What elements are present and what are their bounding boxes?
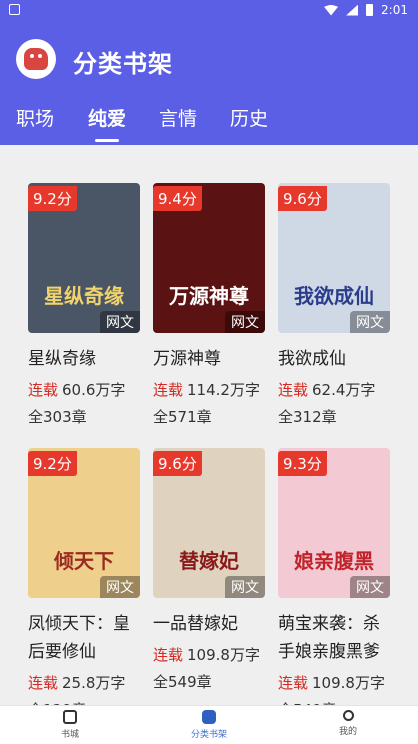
wenwen-tag: 网文 [350, 311, 390, 333]
word-count: 62.4万字 [312, 381, 376, 399]
tab-pure-love[interactable]: 纯爱 [88, 104, 126, 131]
tab-workplace[interactable]: 职场 [16, 104, 54, 131]
score-badge: 9.2分 [28, 451, 77, 476]
book-card[interactable]: 9.3分 娘亲腹黑 网文 萌宝来袭：杀手娘亲腹黑爹 连载109.8万字 全549… [278, 448, 390, 705]
chapter-count: 全303章 [28, 408, 87, 426]
app-logo[interactable] [16, 39, 56, 79]
book-cover[interactable]: 9.2分 倾天下 网文 [28, 448, 140, 598]
mascot-icon [24, 48, 48, 70]
book-title[interactable]: 萌宝来袭：杀手娘亲腹黑爹 [278, 610, 390, 666]
cover-title: 星纵奇缘 [44, 284, 124, 308]
serial-status: 连载 [278, 674, 309, 692]
active-tab-indicator [95, 139, 119, 142]
cover-title: 倾天下 [54, 549, 114, 573]
score-badge: 9.2分 [28, 186, 77, 211]
book-card[interactable]: 9.4分 万源神尊 网文 万源神尊 连载 114.2万字 全571章 [153, 183, 265, 431]
book-grid: 9.2分 星纵奇缘 网文 星纵奇缘 连载 60.6万字 全303章 9.4分 万源… [0, 145, 418, 705]
nav-bookstore[interactable]: 书城 [40, 710, 100, 740]
book-card[interactable]: 9.2分 倾天下 网文 凤倾天下：皇后要修仙 连载25.8万字 全129章 [28, 448, 140, 705]
score-badge: 9.6分 [278, 186, 327, 211]
book-meta: 连载 109.8万字 [153, 642, 265, 668]
book-cover[interactable]: 9.4分 万源神尊 网文 [153, 183, 265, 333]
chapter-count: 全571章 [153, 408, 212, 426]
nav-label: 书城 [60, 730, 79, 740]
serial-status: 连载 [28, 674, 59, 692]
book-icon [63, 710, 77, 724]
cover-title: 我欲成仙 [294, 284, 374, 308]
serial-status: 连载 [153, 381, 184, 399]
signal-icon [346, 4, 359, 16]
word-count: 60.6万字 [62, 381, 126, 399]
battery-icon [366, 4, 374, 16]
cover-title: 娘亲腹黑 [294, 549, 374, 573]
book-title[interactable]: 一品替嫁妃 [153, 610, 265, 638]
chapter-count: 全549章 [153, 673, 212, 691]
book-meta: 连载 60.6万字 [28, 377, 140, 403]
nav-label: 我的 [338, 727, 357, 737]
wenwen-tag: 网文 [225, 576, 265, 598]
cover-title: 万源神尊 [169, 284, 249, 308]
book-title[interactable]: 我欲成仙 [278, 345, 390, 373]
status-time: 2:01 [381, 3, 408, 17]
wenwen-tag: 网文 [100, 576, 140, 598]
serial-status: 连载 [153, 646, 184, 664]
page-title: 分类书架 [73, 50, 173, 78]
book-cover[interactable]: 9.6分 我欲成仙 网文 [278, 183, 390, 333]
book-cover[interactable]: 9.3分 娘亲腹黑 网文 [278, 448, 390, 598]
status-bar: 2:01 [0, 0, 418, 20]
book-card[interactable]: 9.6分 替嫁妃 网文 一品替嫁妃 连载 109.8万字 全549章 [153, 448, 265, 696]
category-tabs: 职场 纯爱 言情 历史 [0, 104, 418, 144]
score-badge: 9.6分 [153, 451, 202, 476]
book-title[interactable]: 凤倾天下：皇后要修仙 [28, 610, 140, 666]
book-card[interactable]: 9.2分 星纵奇缘 网文 星纵奇缘 连载 60.6万字 全303章 [28, 183, 140, 431]
word-count: 109.8万字 [312, 674, 385, 692]
app-header: 分类书架 职场 纯爱 言情 历史 [0, 20, 418, 145]
cover-title: 替嫁妃 [179, 549, 239, 573]
bottom-nav: 书城 分类书架 我的 [0, 705, 418, 744]
tab-romance[interactable]: 言情 [159, 104, 197, 131]
book-meta: 连载 62.4万字 [278, 377, 390, 403]
book-card[interactable]: 9.6分 我欲成仙 网文 我欲成仙 连载 62.4万字 全312章 [278, 183, 390, 431]
score-badge: 9.4分 [153, 186, 202, 211]
user-icon [342, 710, 354, 721]
word-count: 25.8万字 [62, 674, 126, 692]
nav-mine[interactable]: 我的 [318, 710, 378, 737]
book-title[interactable]: 星纵奇缘 [28, 345, 140, 373]
book-cover[interactable]: 9.2分 星纵奇缘 网文 [28, 183, 140, 333]
word-count: 114.2万字 [187, 381, 260, 399]
nav-category-shelf[interactable]: 分类书架 [179, 710, 239, 740]
wenwen-tag: 网文 [225, 311, 265, 333]
nav-label: 分类书架 [190, 730, 227, 740]
chapter-count: 全129章 [28, 696, 140, 705]
serial-status: 连载 [278, 381, 309, 399]
wenwen-tag: 网文 [350, 576, 390, 598]
book-title[interactable]: 万源神尊 [153, 345, 265, 373]
book-meta: 连载 109.8万字 [278, 670, 390, 696]
word-count: 109.8万字 [187, 646, 260, 664]
chapter-count: 全549章 [278, 696, 390, 705]
tab-history[interactable]: 历史 [230, 104, 268, 131]
notification-icon [9, 4, 20, 15]
book-meta: 连载 25.8万字 [28, 670, 140, 696]
wifi-icon [324, 4, 339, 16]
serial-status: 连载 [28, 381, 59, 399]
wenwen-tag: 网文 [100, 311, 140, 333]
status-icons: 2:01 [324, 3, 408, 17]
shelf-icon [202, 710, 216, 724]
chapter-count: 全312章 [278, 408, 337, 426]
score-badge: 9.3分 [278, 451, 327, 476]
book-meta: 连载 114.2万字 [153, 377, 265, 403]
book-cover[interactable]: 9.6分 替嫁妃 网文 [153, 448, 265, 598]
